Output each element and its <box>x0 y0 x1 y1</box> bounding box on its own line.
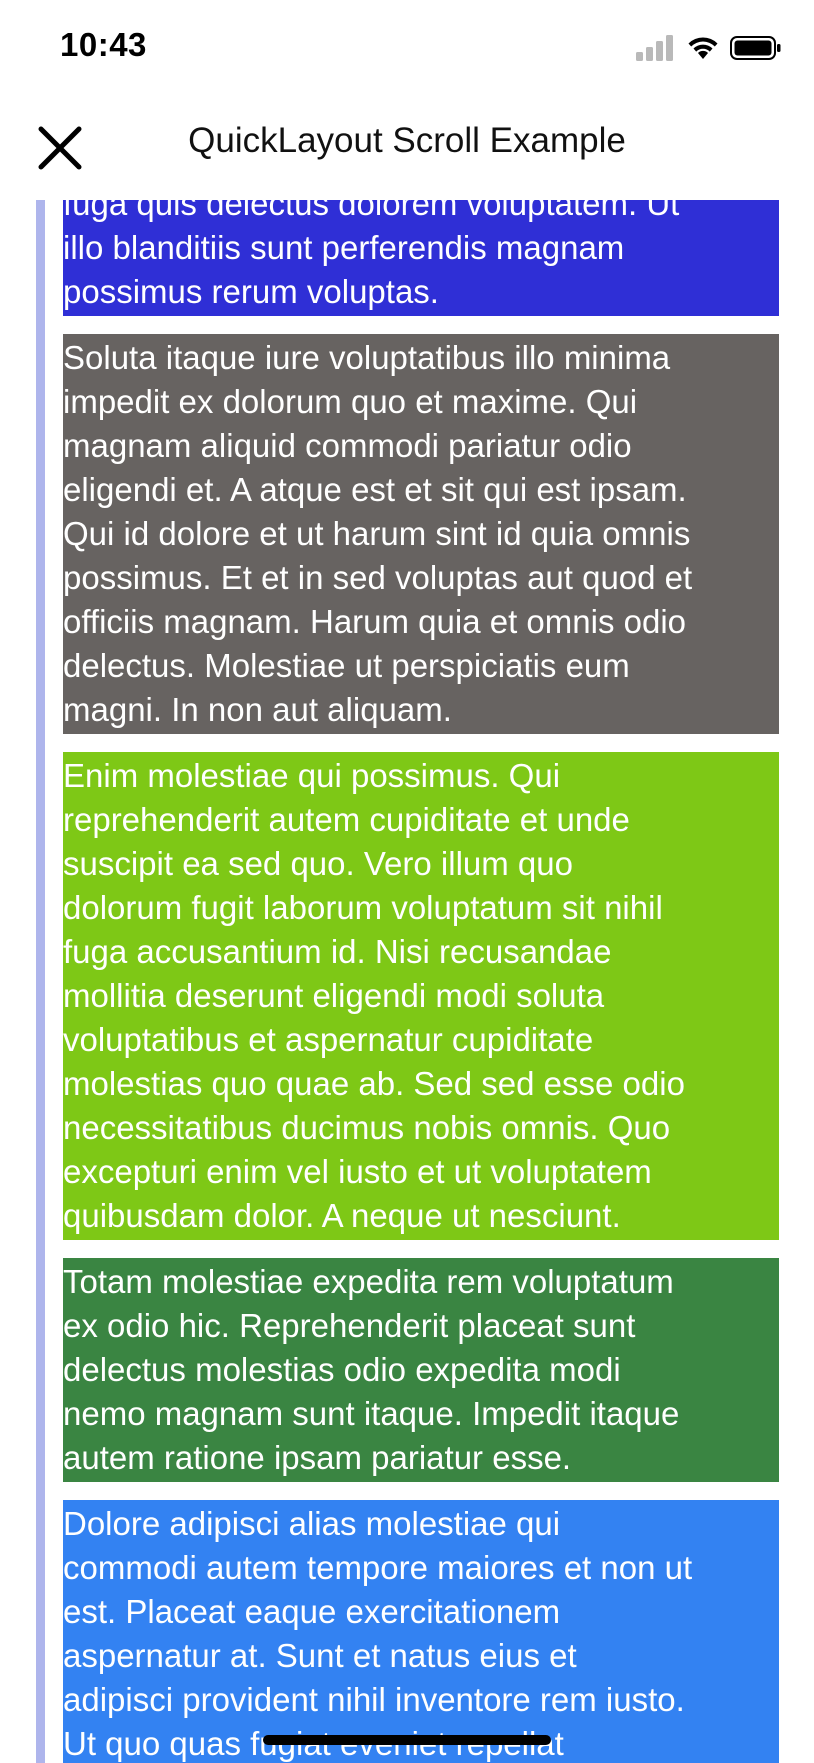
scroll-content: fuga quis delectus dolorem voluptatem. U… <box>63 200 779 1763</box>
cellular-signal-icon <box>636 34 676 66</box>
page-title: QuickLayout Scroll Example <box>188 121 626 160</box>
battery-icon <box>730 35 782 66</box>
close-button[interactable] <box>30 120 90 180</box>
navigation-bar: QuickLayout Scroll Example <box>0 100 814 200</box>
scroll-view[interactable]: fuga quis delectus dolorem voluptatem. U… <box>0 200 814 1763</box>
text-block: Enim molestiae qui possimus. Qui reprehe… <box>63 752 779 1240</box>
text-block: Soluta itaque iure voluptatibus illo min… <box>63 334 779 734</box>
home-indicator[interactable] <box>263 1735 551 1745</box>
wifi-icon <box>686 35 720 66</box>
close-icon <box>37 125 83 176</box>
text-block: fuga quis delectus dolorem voluptatem. U… <box>63 200 779 316</box>
status-time: 10:43 <box>60 26 147 63</box>
text-block: Totam molestiae expedita rem voluptatum … <box>63 1258 779 1482</box>
status-icons <box>636 34 782 66</box>
scroll-indicator[interactable] <box>36 200 45 1763</box>
text-block: Dolore adipisci alias molestiae qui comm… <box>63 1500 779 1763</box>
status-bar: 10:43 <box>0 0 814 100</box>
